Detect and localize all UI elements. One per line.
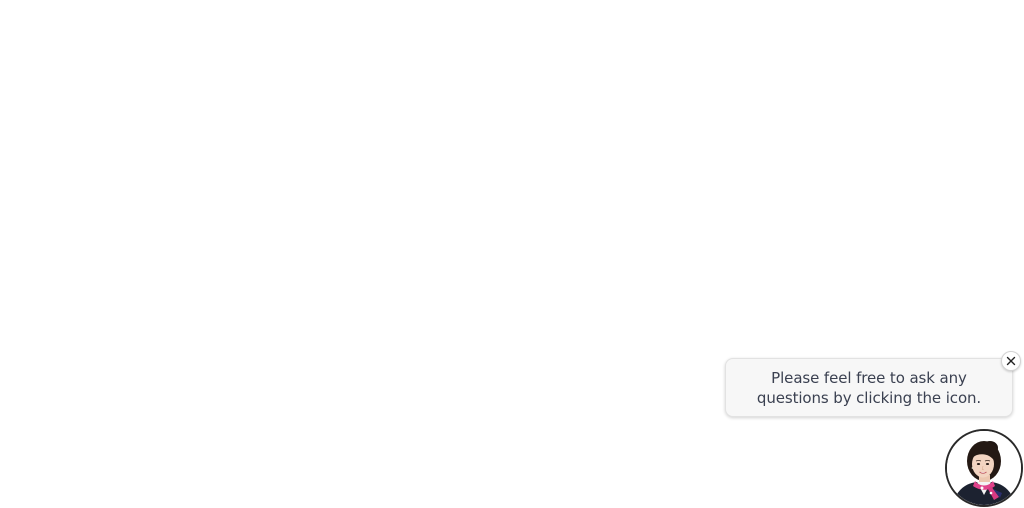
close-icon	[1006, 356, 1016, 366]
chat-assistant-avatar-button[interactable]	[945, 429, 1023, 507]
close-prompt-button[interactable]	[1001, 351, 1021, 371]
assistant-avatar-icon	[947, 431, 1021, 505]
chat-prompt-bubble: Please feel free to ask any questions by…	[725, 358, 1013, 417]
chat-prompt-message: Please feel free to ask any questions by…	[756, 368, 982, 407]
page: Please feel free to ask any questions by…	[0, 0, 1024, 508]
